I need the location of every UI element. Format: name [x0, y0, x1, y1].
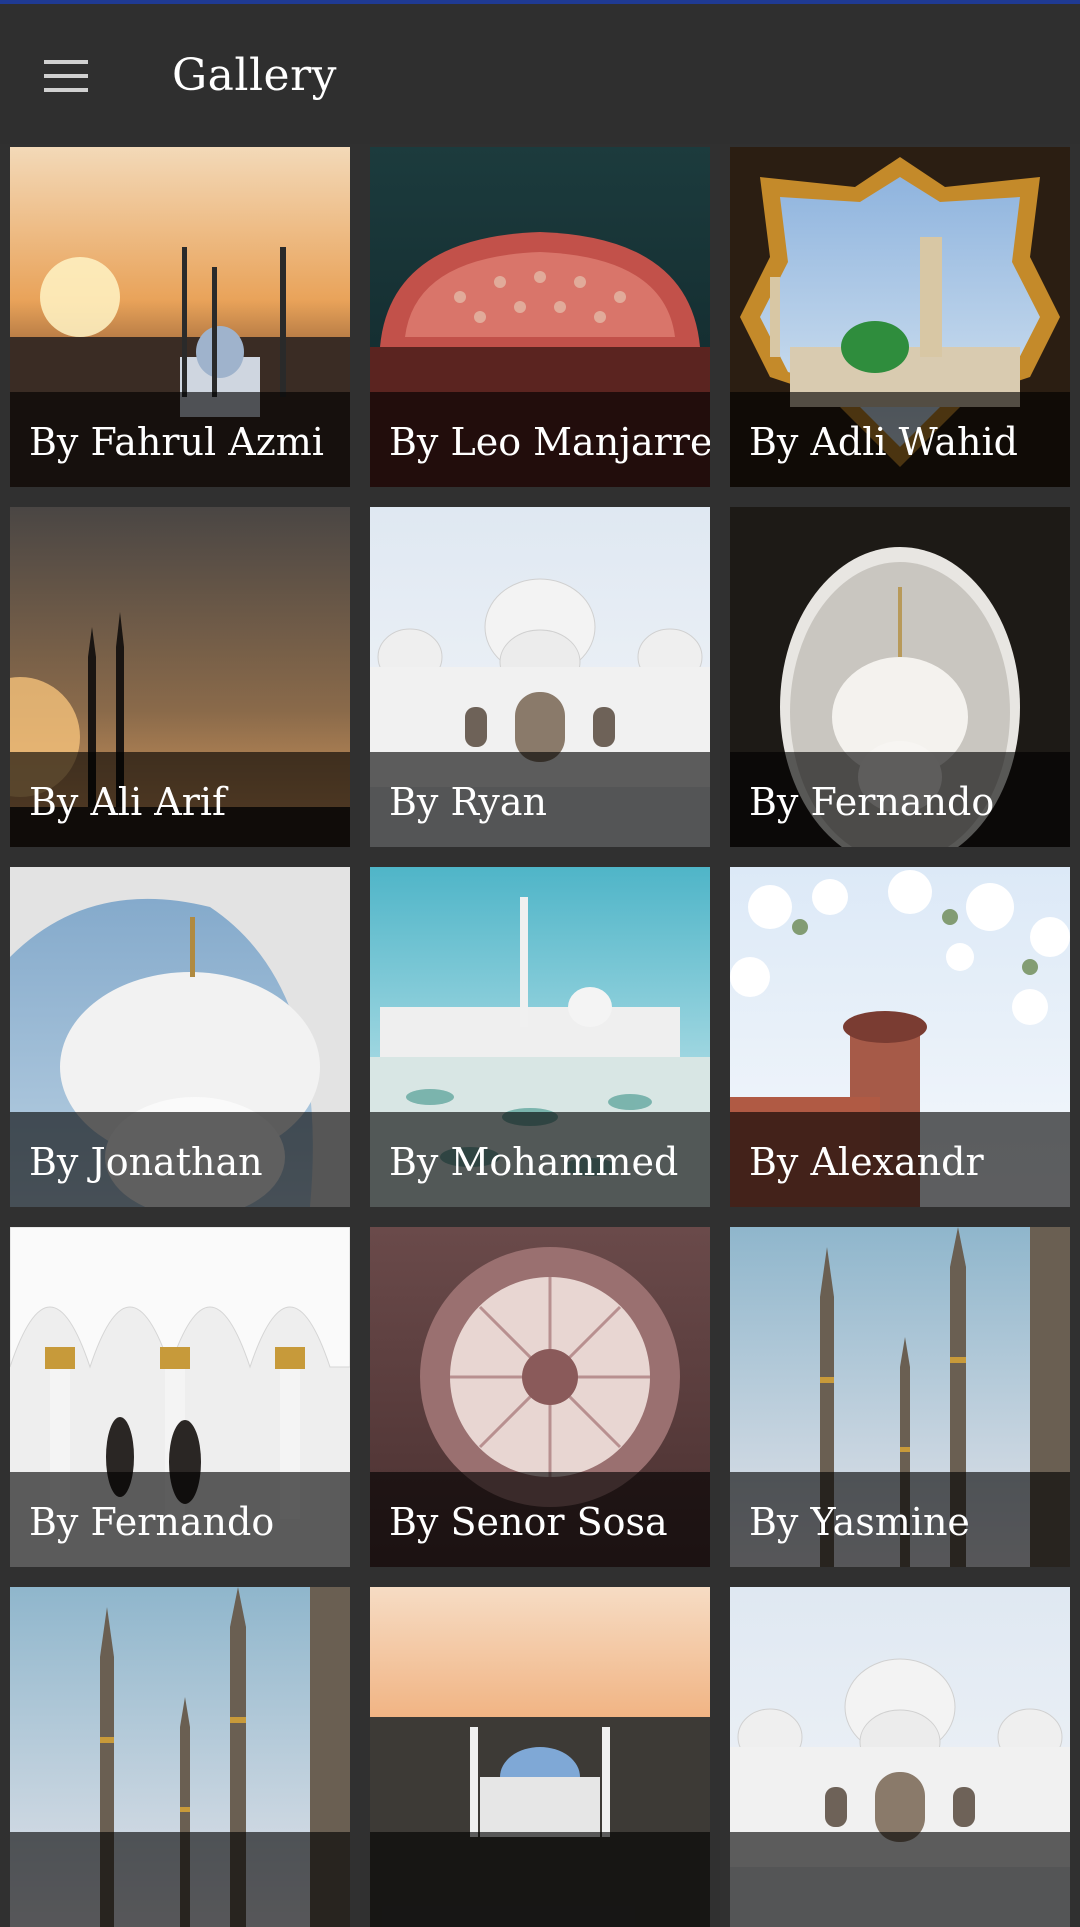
- gallery-tile[interactable]: By Adli Wahid: [730, 147, 1070, 487]
- gallery-tile[interactable]: [10, 1587, 350, 1927]
- photo-caption: By Jonathan: [29, 1140, 263, 1184]
- photo-caption: By Alexandr: [749, 1140, 984, 1184]
- photo-caption: By Ali Arif: [29, 780, 227, 824]
- caption-overlay: By Adli Wahid: [730, 392, 1070, 487]
- gallery-tile[interactable]: By Alexandr: [730, 867, 1070, 1207]
- hamburger-menu-icon: [44, 60, 88, 92]
- caption-overlay: By Ali Arif: [10, 752, 350, 847]
- photo-caption: By Fahrul Azmi: [29, 420, 324, 464]
- caption-overlay: By Fernando: [730, 752, 1070, 847]
- photo-caption: By Adli Wahid: [749, 420, 1018, 464]
- gallery-tile[interactable]: By Yasmine: [730, 1227, 1070, 1567]
- photo-caption: By Leo Manjarrez: [389, 420, 710, 464]
- photo-caption: By Fernando: [749, 780, 995, 824]
- gallery-tile[interactable]: By Leo Manjarrez: [370, 147, 710, 487]
- gallery-tile[interactable]: [730, 1587, 1070, 1927]
- caption-overlay: [10, 1832, 350, 1927]
- gallery-tile[interactable]: By Fernando: [730, 507, 1070, 847]
- caption-overlay: By Fahrul Azmi: [10, 392, 350, 487]
- photo-caption: By Senor Sosa: [389, 1500, 668, 1544]
- caption-overlay: By Fernando: [10, 1472, 350, 1567]
- photo-caption: By Ryan: [389, 780, 548, 824]
- photo-caption: By Mohammed: [389, 1140, 679, 1184]
- gallery-tile[interactable]: By Senor Sosa: [370, 1227, 710, 1567]
- gallery-tile[interactable]: By Ryan: [370, 507, 710, 847]
- caption-overlay: By Senor Sosa: [370, 1472, 710, 1567]
- menu-button[interactable]: [34, 44, 98, 108]
- caption-overlay: [730, 1832, 1070, 1927]
- gallery-tile[interactable]: By Mohammed: [370, 867, 710, 1207]
- gallery-tile[interactable]: By Ali Arif: [10, 507, 350, 847]
- caption-overlay: By Ryan: [370, 752, 710, 847]
- photo-grid: By Fahrul Azmi By Leo Manjarrez By Adli …: [10, 147, 1070, 1927]
- app-bar: Gallery: [0, 4, 1080, 144]
- photo-caption: By Fernando: [29, 1500, 275, 1544]
- gallery-tile[interactable]: By Fernando: [10, 1227, 350, 1567]
- gallery-tile[interactable]: By Fahrul Azmi: [10, 147, 350, 487]
- caption-overlay: By Leo Manjarrez: [370, 392, 710, 487]
- caption-overlay: By Jonathan: [10, 1112, 350, 1207]
- photo-caption: By Yasmine: [749, 1500, 970, 1544]
- caption-overlay: By Mohammed: [370, 1112, 710, 1207]
- caption-overlay: By Yasmine: [730, 1472, 1070, 1567]
- gallery-tile[interactable]: [370, 1587, 710, 1927]
- caption-overlay: [370, 1832, 710, 1927]
- page-title: Gallery: [172, 50, 337, 101]
- caption-overlay: By Alexandr: [730, 1112, 1070, 1207]
- gallery-tile[interactable]: By Jonathan: [10, 867, 350, 1207]
